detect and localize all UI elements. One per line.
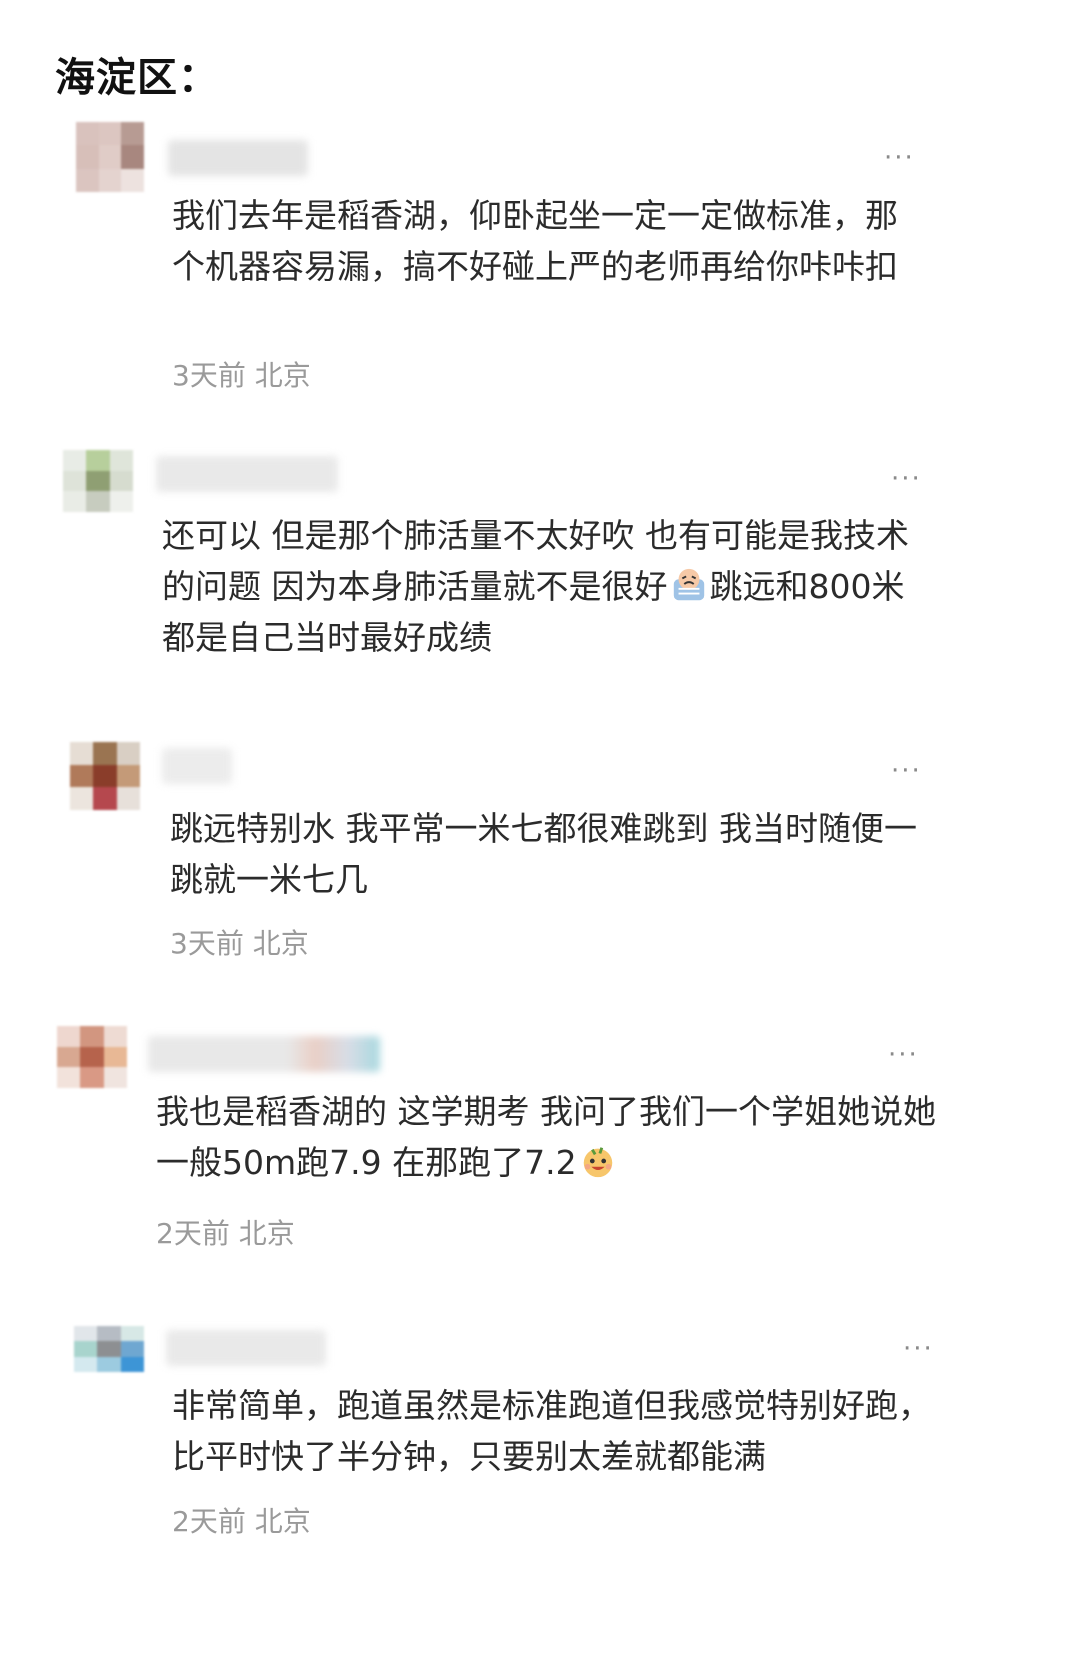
more-dots-icon[interactable]: ··· bbox=[891, 758, 922, 784]
avatar[interactable] bbox=[74, 1326, 144, 1372]
comment-text: 非常简单，跑道虽然是标准跑道但我感觉特别好跑，比平时快了半分钟，只要别太差就都能… bbox=[172, 1386, 931, 1476]
comment-meta: 2天前 北京 bbox=[172, 1505, 311, 1538]
username[interactable] bbox=[148, 1036, 380, 1072]
comment-meta: 3天前 北京 bbox=[172, 359, 311, 392]
username[interactable] bbox=[162, 748, 232, 784]
more-dots-icon[interactable]: ··· bbox=[888, 1042, 919, 1068]
username[interactable] bbox=[156, 456, 338, 492]
comment-meta: 3天前 北京 bbox=[170, 927, 309, 960]
section-title: 海淀区： bbox=[55, 55, 219, 101]
avatar[interactable] bbox=[70, 742, 140, 810]
comment-text: 跳远特别水 我平常一米七都很难跳到 我当时随便一跳就一米七几 bbox=[170, 809, 917, 899]
avatar[interactable] bbox=[57, 1026, 127, 1088]
more-dots-icon[interactable]: ··· bbox=[891, 466, 922, 492]
comment-meta: 2天前 北京 bbox=[156, 1217, 295, 1250]
username[interactable] bbox=[166, 1330, 326, 1366]
crying-emoji-icon bbox=[673, 568, 704, 601]
username[interactable] bbox=[168, 140, 308, 176]
more-dots-icon[interactable]: ··· bbox=[884, 145, 915, 171]
avatar[interactable] bbox=[63, 450, 133, 512]
comment-text: 还可以 但是那个肺活量不太好吹 也有可能是我技术的问题 因为本身肺活量就不是很好… bbox=[162, 516, 909, 657]
more-dots-icon[interactable]: ··· bbox=[903, 1336, 934, 1362]
comment-text: 我也是稻香湖的 这学期考 我问了我们一个学姐她说她一般50m跑7.9 在那跑了7… bbox=[156, 1092, 936, 1182]
grinning-face-emoji-icon bbox=[583, 1147, 612, 1178]
avatar[interactable] bbox=[76, 122, 144, 192]
comment-text: 我们去年是稻香湖，仰卧起坐一定一定做标准，那个机器容易漏，搞不好碰上严的老师再给… bbox=[172, 196, 898, 286]
